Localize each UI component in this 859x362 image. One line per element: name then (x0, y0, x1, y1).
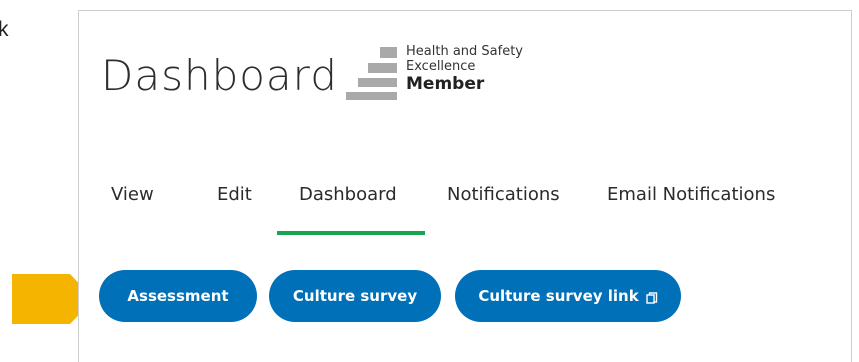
logo-bars-icon (346, 44, 404, 104)
tab-view[interactable]: View (111, 184, 154, 205)
logo-line-2: Excellence (406, 59, 476, 74)
member-logo: Health and Safety Excellence Member (346, 44, 556, 104)
tab-email-notifications[interactable]: Email Notifications (607, 184, 775, 205)
tab-notifications[interactable]: Notifications (447, 184, 560, 205)
tab-dashboard[interactable]: Dashboard (299, 184, 397, 205)
page-title: Dashboard (101, 51, 338, 100)
logo-line-3: Member (406, 74, 485, 94)
culture-survey-button-label: Culture survey (292, 287, 418, 305)
culture-survey-button[interactable]: Culture survey (269, 270, 441, 322)
copy-icon (645, 290, 658, 304)
assessment-button[interactable]: Assessment (99, 270, 257, 322)
assessment-button-label: Assessment (127, 287, 229, 305)
logo-line-1: Health and Safety (406, 44, 523, 59)
culture-survey-link-button[interactable]: Culture survey link (455, 270, 681, 322)
dashboard-panel: Dashboard Health and Safety Excellence M… (78, 10, 852, 362)
cut-off-text: k (0, 18, 9, 41)
tab-edit[interactable]: Edit (217, 184, 252, 205)
culture-survey-link-button-label: Culture survey link (478, 287, 639, 305)
active-tab-underline (277, 231, 425, 235)
tab-bar: View Edit Dashboard Notifications Email … (79, 179, 851, 239)
